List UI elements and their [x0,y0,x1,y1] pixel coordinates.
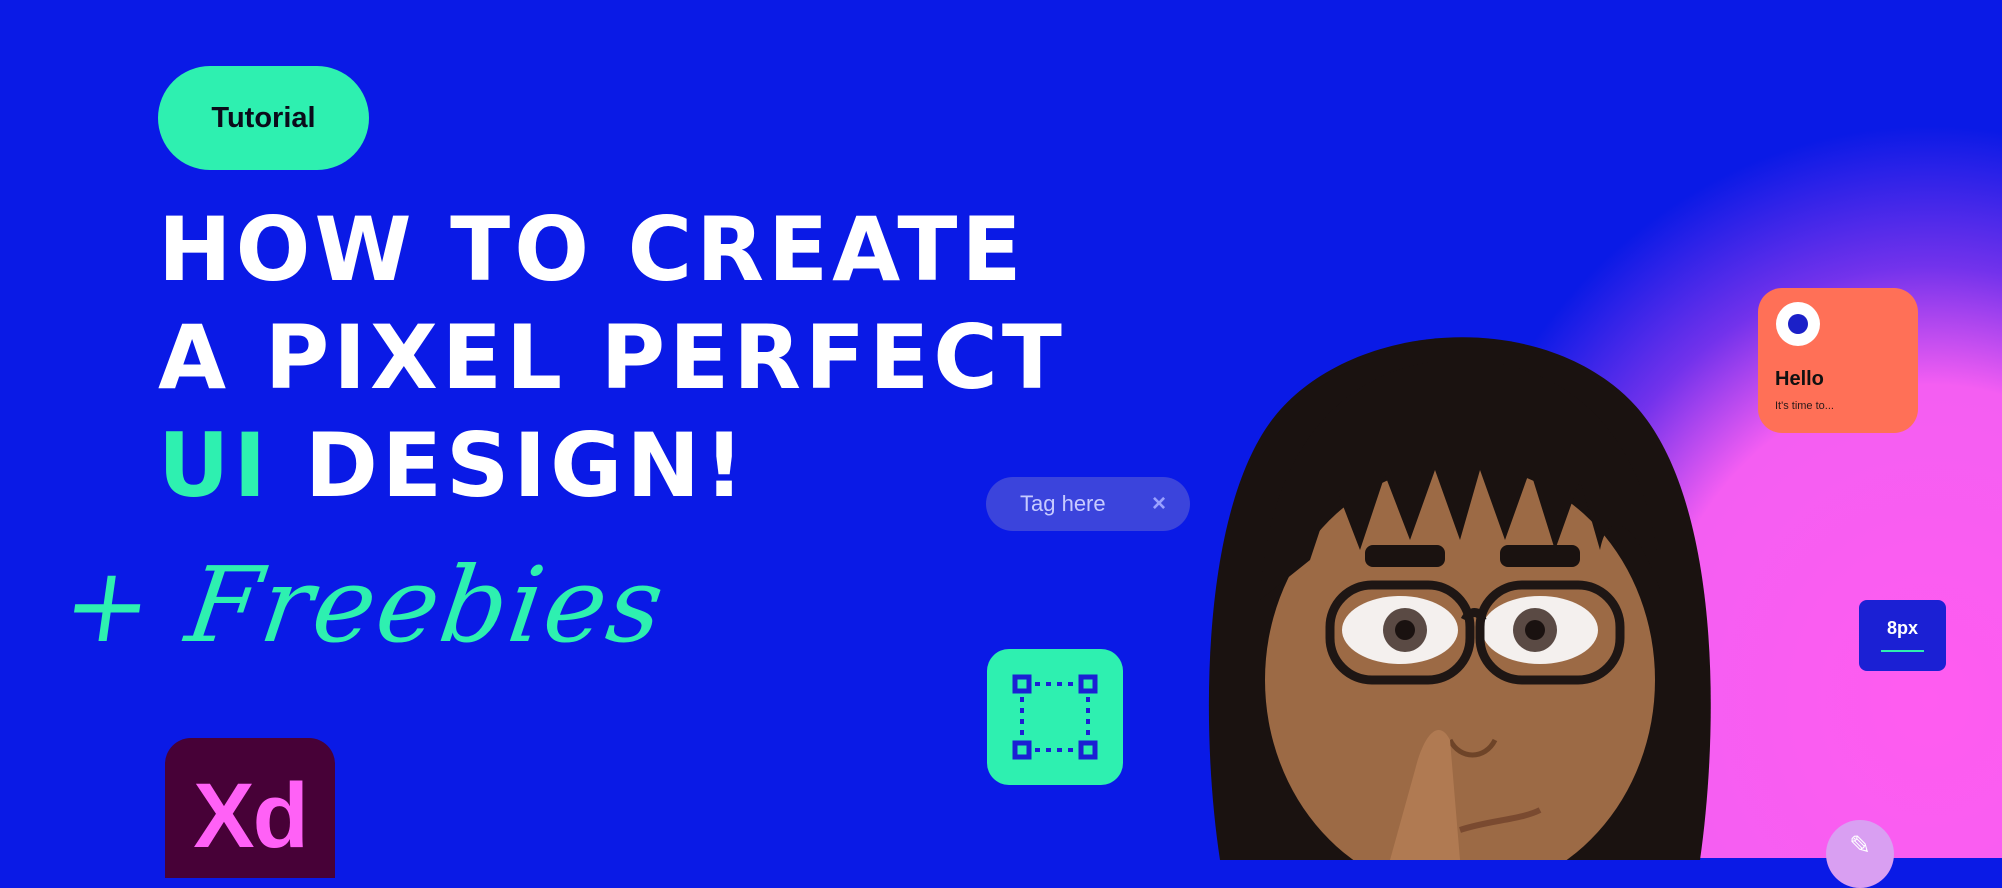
hello-card: Hello It's time to... [1758,288,1918,433]
title-line-2: A PIXEL PERFECT [158,306,1066,409]
tutorial-badge-label: Tutorial [211,101,316,134]
spacing-badge-label: 8px [1886,618,1919,638]
spacing-measure-line [1881,650,1924,652]
title-line-1: HOW TO CREATE [158,198,1026,301]
card-title: Hello [1775,368,1824,390]
tag-chip-label: Tag here [1020,491,1106,516]
card-subtitle: It's time to... [1775,400,1834,412]
title-line-3-rest: DESIGN! [270,414,749,517]
title-line-3: UI DESIGN! [158,412,1066,520]
avatar [1776,302,1820,346]
spacing-badge: 8px [1859,600,1946,671]
avatar-character-illustration [1208,337,1711,860]
frame-tool-tile [987,649,1123,785]
page-title: HOW TO CREATE A PIXEL PERFECT UI DESIGN! [158,196,1066,520]
xd-logo-text: Xd [193,765,309,867]
tutorial-badge: Tutorial [158,66,369,170]
frame-select-icon [1012,674,1098,760]
adobe-xd-logo: Xd [165,738,335,878]
pencil-icon: ✎ [1849,830,1871,860]
freebies-script-text: + Freebies [55,544,673,666]
pencil-button[interactable]: ✎ [1826,820,1894,888]
title-accent-ui: UI [158,414,271,517]
